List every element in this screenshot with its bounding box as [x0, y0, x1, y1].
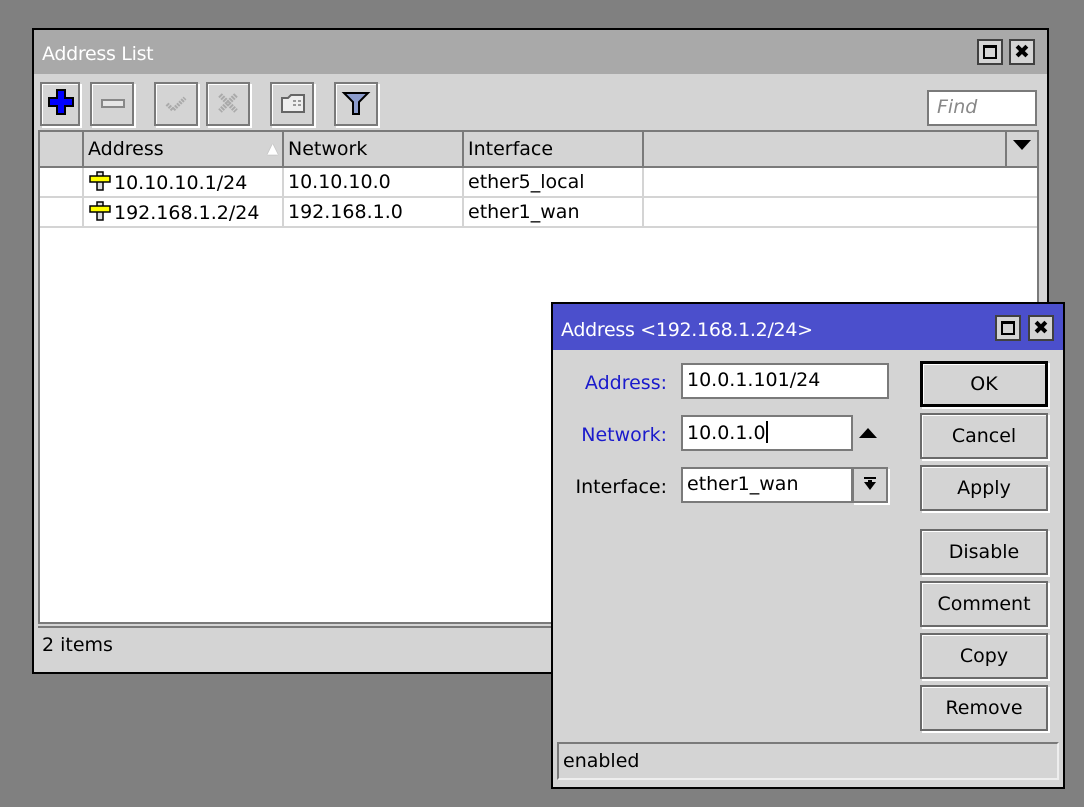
interface-dropdown-button[interactable]: [852, 467, 888, 503]
close-button[interactable]: ✖: [1028, 315, 1054, 341]
interface-select[interactable]: ether1_wan: [681, 467, 853, 503]
network-field[interactable]: 10.0.1.0: [681, 415, 853, 451]
comment-icon: [281, 94, 305, 113]
collapse-arrow-icon[interactable]: [859, 428, 877, 438]
row-flags: [40, 168, 84, 196]
header-interface[interactable]: Interface: [464, 132, 644, 166]
dialog-title: Address <192.168.1.2/24>: [561, 319, 813, 341]
header-address[interactable]: Address ▲: [84, 132, 284, 166]
network-value: 10.0.1.0: [687, 422, 766, 444]
apply-button[interactable]: Apply: [920, 465, 1048, 511]
add-button[interactable]: [40, 82, 80, 126]
dialog-title-bar[interactable]: Address <192.168.1.2/24> ✖: [553, 304, 1063, 350]
filter-icon: [341, 92, 371, 115]
cell-address: 192.168.1.2/24: [84, 198, 284, 226]
network-label: Network:: [581, 424, 667, 446]
chevron-down-icon: [1013, 140, 1031, 150]
row-flags: [40, 198, 84, 226]
toolbar: Find: [34, 74, 1047, 130]
disable-button[interactable]: Disable: [920, 529, 1048, 575]
maximize-icon: [983, 45, 997, 59]
dropdown-arrow-icon: [864, 477, 876, 490]
header-network-label: Network: [288, 138, 368, 160]
close-button[interactable]: ✖: [1009, 39, 1035, 65]
enable-button[interactable]: [154, 82, 198, 126]
header-network[interactable]: Network: [284, 132, 464, 166]
plus-icon: [48, 89, 74, 115]
sort-ascending-icon: ▲: [267, 141, 278, 157]
comment-button[interactable]: Comment: [920, 581, 1048, 627]
cell-address: 10.10.10.1/24: [84, 168, 284, 196]
cell-interface: ether5_local: [464, 168, 644, 196]
find-input[interactable]: Find: [927, 90, 1037, 126]
header-flags[interactable]: [40, 132, 84, 166]
cancel-button[interactable]: Cancel: [920, 413, 1048, 459]
address-label: Address:: [584, 372, 667, 394]
header-address-label: Address: [88, 138, 164, 160]
table-row[interactable]: 192.168.1.2/24 192.168.1.0 ether1_wan: [40, 198, 1037, 228]
column-menu-button[interactable]: [1005, 132, 1037, 166]
cell-network: 192.168.1.0: [284, 198, 464, 226]
close-icon: ✖: [1014, 41, 1030, 63]
text-cursor: [765, 421, 768, 443]
remove-button[interactable]: [90, 82, 134, 126]
address-icon: [89, 171, 111, 191]
comment-button[interactable]: [270, 82, 314, 126]
table-row[interactable]: 10.10.10.1/24 10.10.10.0 ether5_local: [40, 168, 1037, 198]
maximize-icon: [1001, 321, 1015, 335]
address-edit-dialog: Address <192.168.1.2/24> ✖ Address: 10.0…: [551, 302, 1065, 789]
cell-network: 10.10.10.0: [284, 168, 464, 196]
close-icon: ✖: [1033, 317, 1049, 339]
minus-icon: [101, 99, 125, 108]
header-interface-label: Interface: [468, 138, 554, 160]
address-icon: [89, 201, 111, 221]
check-icon: [165, 96, 187, 113]
address-field[interactable]: 10.0.1.101/24: [681, 363, 889, 399]
filter-button[interactable]: [334, 82, 378, 126]
window-title: Address List: [42, 43, 154, 65]
disable-button[interactable]: [206, 82, 250, 126]
interface-label: Interface:: [575, 476, 667, 498]
maximize-button[interactable]: [995, 315, 1021, 341]
copy-button[interactable]: Copy: [920, 633, 1048, 679]
title-bar[interactable]: Address List ✖: [34, 30, 1047, 74]
remove-button[interactable]: Remove: [920, 685, 1048, 731]
cross-icon: [218, 93, 238, 113]
address-value: 10.10.10.1/24: [114, 172, 248, 194]
maximize-button[interactable]: [977, 39, 1003, 65]
address-value: 192.168.1.2/24: [114, 202, 260, 224]
dialog-status-bar: enabled: [557, 742, 1059, 780]
table-header: Address ▲ Network Interface: [40, 132, 1037, 168]
ok-button[interactable]: OK: [920, 361, 1048, 407]
cell-interface: ether1_wan: [464, 198, 644, 226]
